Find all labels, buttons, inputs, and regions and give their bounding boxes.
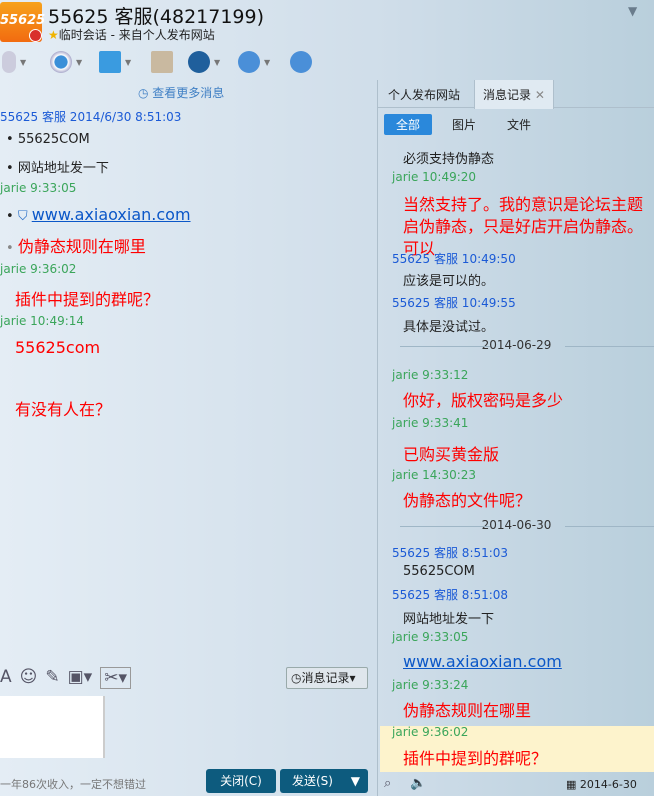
- history-label: 消息记录: [301, 671, 350, 685]
- image-icon[interactable]: ▣▾: [68, 667, 93, 689]
- message-input[interactable]: [0, 696, 105, 758]
- toolbar: ▼ ▼ ▼ ▼ ▼: [0, 48, 654, 78]
- filter-images[interactable]: 图片: [440, 114, 488, 135]
- filter-all[interactable]: 全部: [384, 114, 433, 135]
- clock-icon: ◷: [291, 671, 302, 685]
- chat-history: ◷ 查看更多消息 55625 客服 2014/6/30 8:51:03 • 55…: [0, 80, 376, 660]
- record-meta: jarie 9:33:05: [392, 630, 469, 644]
- message-meta: jarie 10:49:14: [0, 314, 85, 328]
- send-label: 发送(S): [292, 774, 333, 788]
- tab-message-history[interactable]: 消息记录 ✕: [474, 80, 554, 109]
- record-text: 必须支持伪静态: [403, 152, 495, 167]
- record-meta: jarie 9:33:24: [392, 678, 469, 692]
- record-meta: 55625 客服 8:51:08: [392, 588, 509, 602]
- record-text: 伪静态规则在哪里: [403, 701, 532, 720]
- tab-personal-site[interactable]: 个人发布网站: [388, 86, 460, 103]
- record-meta: jarie 9:33:12: [392, 368, 469, 382]
- record-meta: 55625 客服 8:51:03: [392, 546, 509, 560]
- police-cap-icon: [188, 51, 210, 73]
- date-value: 2014-6-30: [579, 778, 637, 791]
- record-text: 应该是可以的。: [403, 274, 495, 289]
- tab-label: 消息记录: [483, 88, 532, 102]
- close-button[interactable]: 关闭(C): [206, 769, 276, 793]
- record-meta: jarie 9:36:02: [392, 725, 469, 739]
- user-remove-icon: [238, 51, 260, 73]
- view-more-label: 查看更多消息: [152, 86, 225, 100]
- record-meta: jarie 9:33:41: [392, 416, 469, 430]
- ad-text[interactable]: 一年86次收入，一定不想错过: [0, 776, 146, 792]
- camera-icon: [50, 51, 72, 73]
- record-text: 插件中提到的群呢？: [403, 749, 548, 768]
- record-link[interactable]: www.axiaoxian.com: [403, 652, 562, 671]
- record-text: 已购买黄金版: [403, 445, 500, 464]
- window-subtitle: ★临时会话 - 来自个人发布网站: [48, 26, 215, 43]
- video-button[interactable]: ▼: [50, 48, 82, 76]
- record-meta: jarie 14:30:23: [392, 468, 477, 482]
- message-body: 网站地址发一下: [17, 161, 109, 176]
- message-text: 55625com: [15, 338, 101, 357]
- input-toolbar: A ☺ ✎ ▣▾ ✂▾: [0, 667, 132, 689]
- speaker-icon[interactable]: 🔈: [410, 776, 426, 791]
- message-body: 55625COM: [17, 132, 90, 147]
- message-text: 有没有人在？: [15, 400, 112, 419]
- record-text: 55625COM: [403, 564, 475, 579]
- logo-text: 55625: [0, 13, 46, 28]
- screenshot-scissors-icon[interactable]: ✂▾: [100, 667, 132, 689]
- filter-files[interactable]: 文件: [495, 114, 543, 135]
- side-tabs: 个人发布网站 消息记录 ✕: [378, 80, 654, 109]
- message-text: • 55625COM: [6, 132, 90, 147]
- side-panel: 个人发布网站 消息记录 ✕ 全部 图片 文件 必须支持伪静态 jarie 10:4…: [377, 80, 654, 796]
- record-meta: jarie 10:49:20: [392, 170, 477, 184]
- security-button[interactable]: ▼: [188, 48, 220, 76]
- window-title: 55625 客服(48217199): [48, 6, 265, 28]
- shield-icon: ⛉: [17, 209, 28, 224]
- record-meta: 55625 客服 10:49:55: [392, 296, 516, 310]
- message-meta: jarie 9:33:05: [0, 181, 77, 195]
- message-text: • 网站地址发一下: [6, 161, 109, 176]
- add-contact-button[interactable]: [290, 48, 312, 76]
- file-transfer-button[interactable]: ▼: [99, 48, 131, 76]
- close-tab-icon[interactable]: ✕: [535, 88, 545, 102]
- record-text: 你好，版权密码是多少: [403, 391, 564, 410]
- record-text: 伪静态的文件呢？: [403, 491, 532, 510]
- message-body: 伪静态规则在哪里: [17, 237, 146, 256]
- clock-icon: ◷: [138, 86, 153, 100]
- calendar-icon: ▦: [566, 778, 580, 791]
- message-meta: 55625 客服 2014/6/30 8:51:03: [0, 110, 182, 124]
- microphone-icon: [2, 51, 16, 73]
- date-picker[interactable]: ▦ 2014-6-30: [566, 778, 637, 791]
- view-more-messages-link[interactable]: ◷ 查看更多消息: [138, 84, 224, 101]
- message-meta: jarie 9:36:02: [0, 262, 77, 276]
- remove-contact-button[interactable]: ▼: [238, 48, 270, 76]
- history-bottom-bar: ⌕ 🔈 ▦ 2014-6-30: [378, 776, 654, 796]
- busy-status-icon: [29, 29, 42, 42]
- emoji-icon[interactable]: ☺: [20, 667, 38, 689]
- send-button[interactable]: 发送(S) ▼: [280, 769, 368, 793]
- menu-dropdown-icon[interactable]: ▼: [628, 4, 637, 18]
- font-icon[interactable]: A: [0, 667, 12, 689]
- contact-avatar[interactable]: 55625: [0, 2, 46, 42]
- voice-button[interactable]: ▼: [2, 48, 26, 76]
- record-text: 网站地址发一下: [403, 612, 495, 627]
- mail-icon: [151, 51, 173, 73]
- message-text: • ⛉ www.axiaoxian.com: [6, 205, 191, 224]
- star-icon: ★: [48, 28, 59, 42]
- record-text: 具体是没试过。: [403, 320, 495, 335]
- date-separator: 2014-06-29: [378, 338, 654, 352]
- message-text: • 伪静态规则在哪里: [6, 237, 146, 256]
- message-history-button[interactable]: ◷消息记录▾: [286, 667, 368, 689]
- message-link[interactable]: www.axiaoxian.com: [32, 205, 191, 224]
- search-icon[interactable]: ⌕: [384, 776, 391, 791]
- user-add-icon: [290, 51, 312, 73]
- subtitle-text: 临时会话 - 来自个人发布网站: [58, 28, 215, 42]
- edit-icon[interactable]: ✎: [45, 667, 59, 689]
- send-options-icon[interactable]: ▼: [351, 769, 360, 793]
- record-meta: 55625 客服 10:49:50: [392, 252, 516, 266]
- date-separator: 2014-06-30: [378, 518, 654, 532]
- folder-send-icon: [99, 51, 121, 73]
- mail-button[interactable]: [151, 48, 173, 76]
- message-text: 插件中提到的群呢？: [15, 290, 160, 309]
